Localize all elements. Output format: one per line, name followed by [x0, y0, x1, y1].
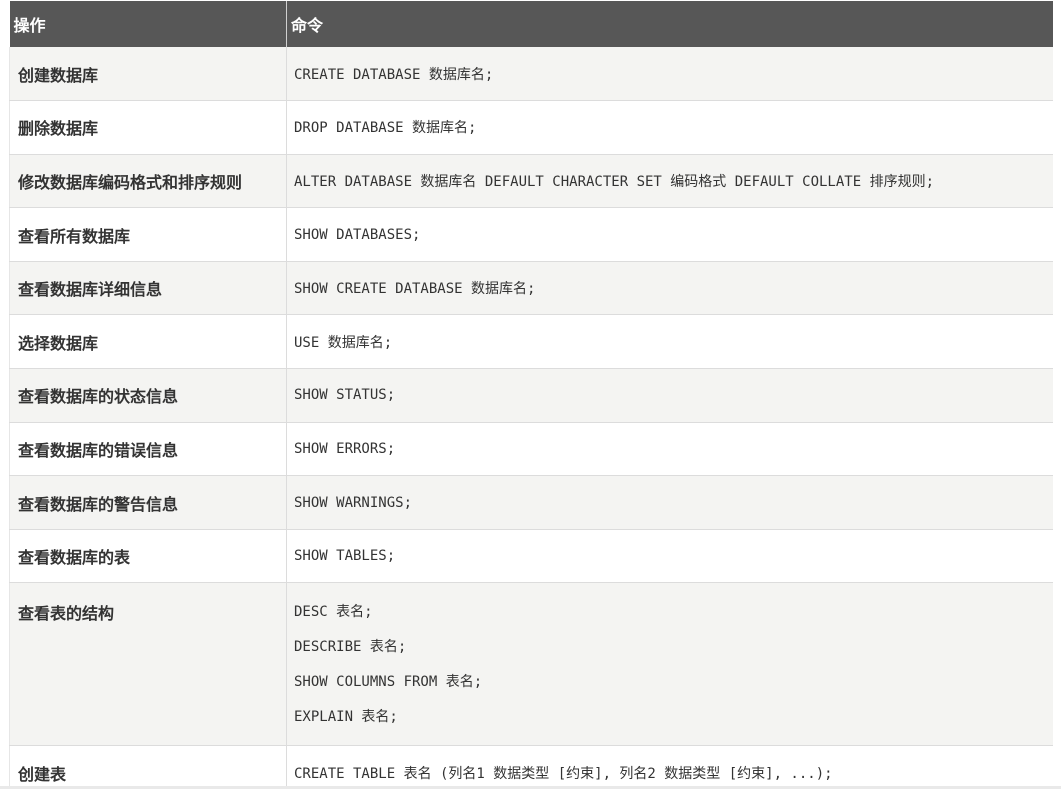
operation-cell: 修改数据库编码格式和排序规则	[9, 154, 287, 209]
table-row: 查看表的结构 DESC 表名; DESCRIBE 表名; SHOW COLUMNS F…	[9, 582, 1053, 747]
command-text: DESC 表名;	[294, 604, 373, 621]
header-row: 操作 命令	[9, 1, 1053, 47]
command-text: SHOW WARNINGS;	[294, 494, 413, 511]
table-row: 修改数据库编码格式和排序规则 ALTER DATABASE 数据库名 DEFAUL…	[9, 154, 1053, 209]
table-row: 查看数据库详细信息 SHOW CREATE DATABASE 数据库名;	[9, 261, 1053, 316]
command-text: CREATE TABLE 表名 (列名1 数据类型 [约束], 列名2 数据类型…	[294, 765, 833, 782]
command-text: DROP DATABASE 数据库名;	[294, 120, 477, 137]
table-row: 查看数据库的表 SHOW TABLES;	[9, 529, 1053, 584]
command-cell: SHOW ERRORS;	[286, 422, 1053, 477]
table-row: 删除数据库 DROP DATABASE 数据库名;	[9, 100, 1053, 155]
command-cell: ALTER DATABASE 数据库名 DEFAULT CHARACTER SE…	[286, 154, 1053, 209]
header-operation: 操作	[9, 1, 287, 47]
command-cell: SHOW WARNINGS;	[286, 475, 1053, 530]
command-cell: SHOW TABLES;	[286, 529, 1053, 584]
operation-cell: 删除数据库	[9, 100, 287, 155]
operation-cell: 查看表的结构	[9, 582, 287, 747]
table-body: 创建数据库 CREATE DATABASE 数据库名; 删除数据库 DROP DATA…	[9, 47, 1053, 787]
operation-cell: 查看数据库的表	[9, 529, 287, 584]
command-cell: USE 数据库名;	[286, 314, 1053, 370]
table-row: 创建数据库 CREATE DATABASE 数据库名;	[9, 47, 1053, 102]
command-cell: SHOW DATABASES;	[286, 207, 1053, 262]
command-cell: DROP DATABASE 数据库名;	[286, 100, 1053, 155]
command-text: DESCRIBE 表名;	[294, 639, 407, 656]
table-row: 查看数据库的状态信息 SHOW STATUS;	[9, 368, 1053, 423]
table-row: 查看数据库的错误信息 SHOW ERRORS;	[9, 422, 1053, 477]
command-cell: SHOW STATUS;	[286, 368, 1053, 423]
command-text: SHOW ERRORS;	[294, 440, 396, 457]
table-row: 创建表 CREATE TABLE 表名 (列名1 数据类型 [约束], 列名2 数…	[9, 745, 1053, 787]
command-text: SHOW CREATE DATABASE 数据库名;	[294, 281, 536, 298]
command-text: EXPLAIN 表名;	[294, 709, 398, 726]
command-text: SHOW COLUMNS FROM 表名;	[294, 674, 483, 691]
command-cell: CREATE DATABASE 数据库名;	[286, 47, 1053, 102]
command-table-container: 操作 命令 创建数据库 CREATE DATABASE 数据库名; 删除数据库 DRO…	[9, 1, 1053, 787]
command-text: ALTER DATABASE 数据库名 DEFAULT CHARACTER SE…	[294, 173, 935, 190]
table-header: 操作 命令	[9, 1, 1053, 47]
command-cell: DESC 表名; DESCRIBE 表名; SHOW COLUMNS FROM 表名…	[286, 582, 1053, 747]
operation-cell: 查看所有数据库	[9, 207, 287, 262]
command-text: SHOW TABLES;	[294, 548, 396, 565]
command-text: CREATE DATABASE 数据库名;	[294, 66, 494, 83]
table-row: 选择数据库 USE 数据库名;	[9, 314, 1053, 370]
operation-cell: 选择数据库	[9, 314, 287, 370]
table-row: 查看所有数据库 SHOW DATABASES;	[9, 207, 1053, 262]
operation-cell: 查看数据库详细信息	[9, 261, 287, 316]
sql-command-table: 操作 命令 创建数据库 CREATE DATABASE 数据库名; 删除数据库 DRO…	[9, 1, 1053, 787]
operation-cell: 查看数据库的状态信息	[9, 368, 287, 423]
table-row: 查看数据库的警告信息 SHOW WARNINGS;	[9, 475, 1053, 530]
operation-cell: 创建数据库	[9, 47, 287, 102]
operation-cell: 创建表	[9, 745, 287, 787]
command-text: SHOW STATUS;	[294, 387, 396, 404]
command-cell: SHOW CREATE DATABASE 数据库名;	[286, 261, 1053, 316]
header-command: 命令	[286, 1, 1053, 47]
command-cell: CREATE TABLE 表名 (列名1 数据类型 [约束], 列名2 数据类型…	[286, 745, 1053, 787]
command-text: SHOW DATABASES;	[294, 226, 421, 243]
command-text: USE 数据库名;	[294, 334, 393, 351]
operation-cell: 查看数据库的警告信息	[9, 475, 287, 530]
operation-cell: 查看数据库的错误信息	[9, 422, 287, 477]
